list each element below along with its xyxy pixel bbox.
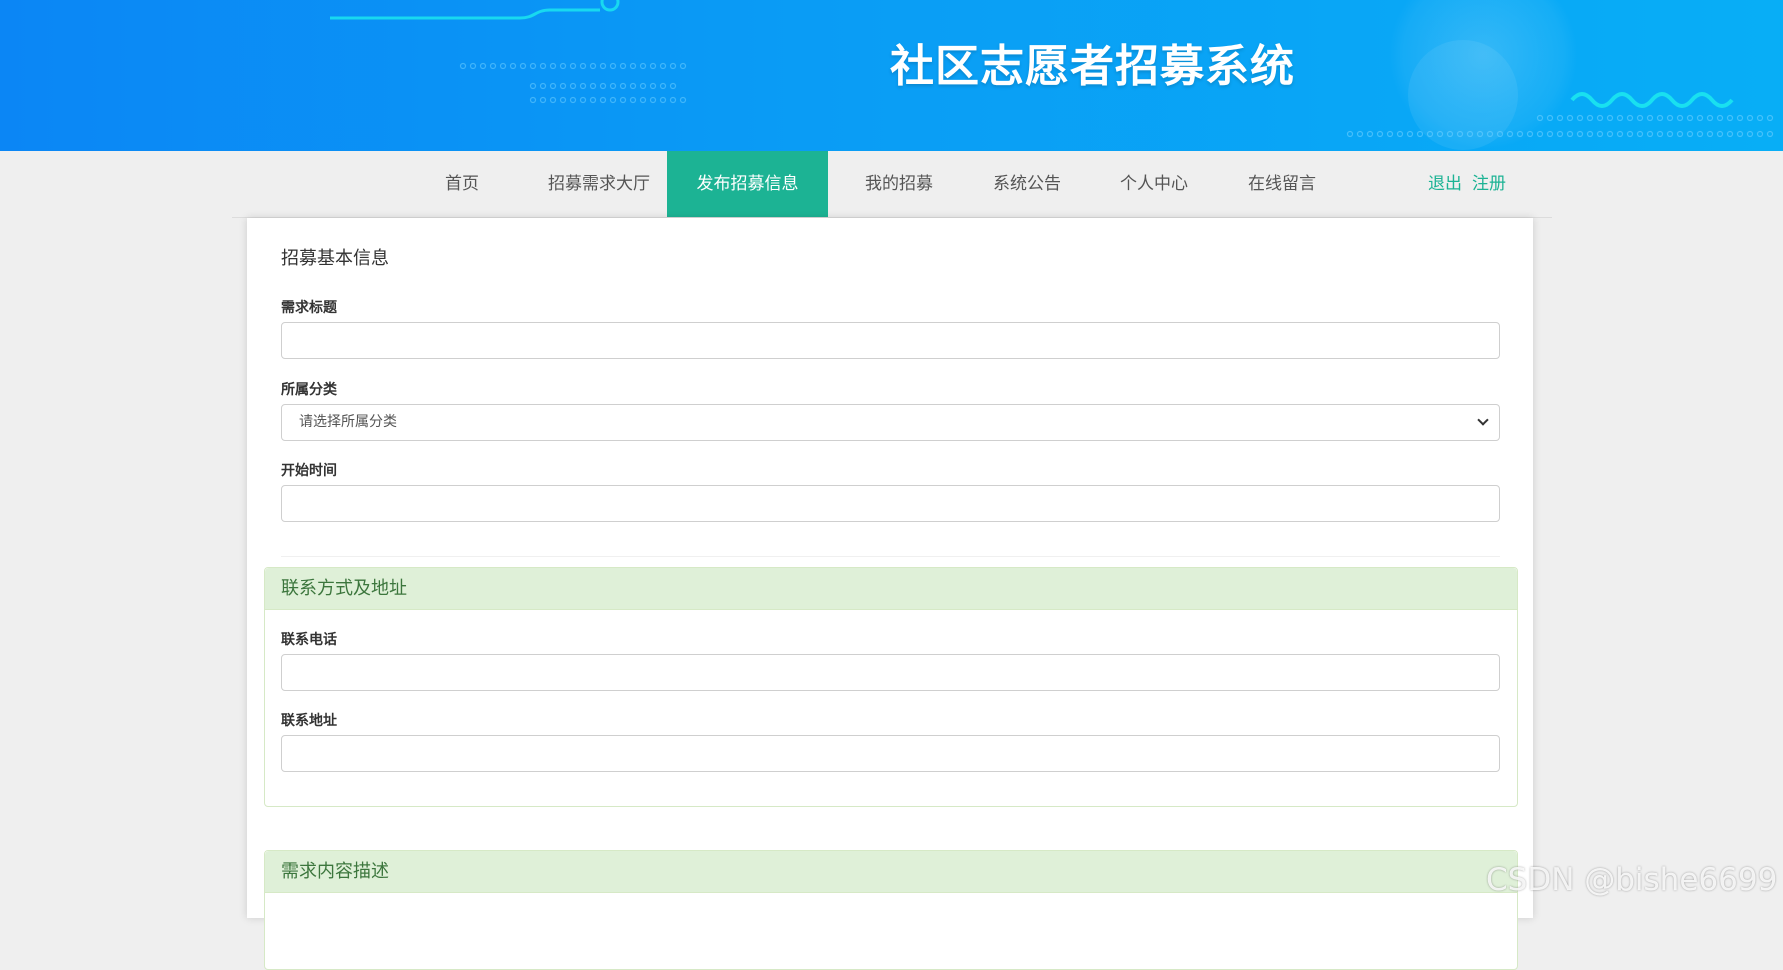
- section-divider: [281, 556, 1500, 557]
- site-title: 社区志愿者招募系统: [890, 41, 1295, 92]
- category-select[interactable]: 请选择所属分类: [281, 404, 1500, 441]
- phone-input[interactable]: [281, 654, 1500, 691]
- title-label: 需求标题: [281, 300, 337, 316]
- title-input[interactable]: [281, 322, 1500, 359]
- nav-item-announcements[interactable]: 系统公告: [972, 151, 1082, 217]
- description-panel: 需求内容描述: [264, 850, 1518, 970]
- start-time-label: 开始时间: [281, 463, 337, 479]
- header-banner: 社区志愿者招募系统: [0, 0, 1783, 151]
- nav-item-my-recruit[interactable]: 我的招募: [844, 151, 954, 217]
- category-label: 所属分类: [281, 382, 337, 398]
- main-nav: 首页 招募需求大厅 发布招募信息 我的招募 系统公告 个人中心 在线留言 退出 …: [232, 151, 1552, 218]
- register-link[interactable]: 注册: [1472, 151, 1506, 217]
- address-input[interactable]: [281, 735, 1500, 772]
- address-label: 联系地址: [281, 713, 337, 729]
- logout-link[interactable]: 退出: [1428, 151, 1462, 217]
- category-select-value: 请选择所属分类: [299, 414, 397, 430]
- description-panel-title: 需求内容描述: [265, 851, 1517, 893]
- nav-item-messages[interactable]: 在线留言: [1227, 151, 1337, 217]
- nav-item-home[interactable]: 首页: [422, 151, 502, 217]
- start-time-input[interactable]: [281, 485, 1500, 522]
- publish-form-card: 招募基本信息 需求标题 所属分类 请选择所属分类 开始时间 联系方式及地址 联系…: [247, 218, 1533, 970]
- nav-item-recruit-hall[interactable]: 招募需求大厅: [524, 151, 674, 217]
- basic-info-section-title: 招募基本信息: [281, 248, 389, 269]
- nav-item-personal-center[interactable]: 个人中心: [1099, 151, 1209, 217]
- chevron-down-icon: [1477, 414, 1489, 426]
- contact-panel-title: 联系方式及地址: [265, 568, 1517, 610]
- phone-label: 联系电话: [281, 632, 337, 648]
- nav-item-publish-recruit[interactable]: 发布招募信息: [667, 151, 828, 217]
- csdn-watermark: CSDN @bishe6699: [1486, 862, 1778, 898]
